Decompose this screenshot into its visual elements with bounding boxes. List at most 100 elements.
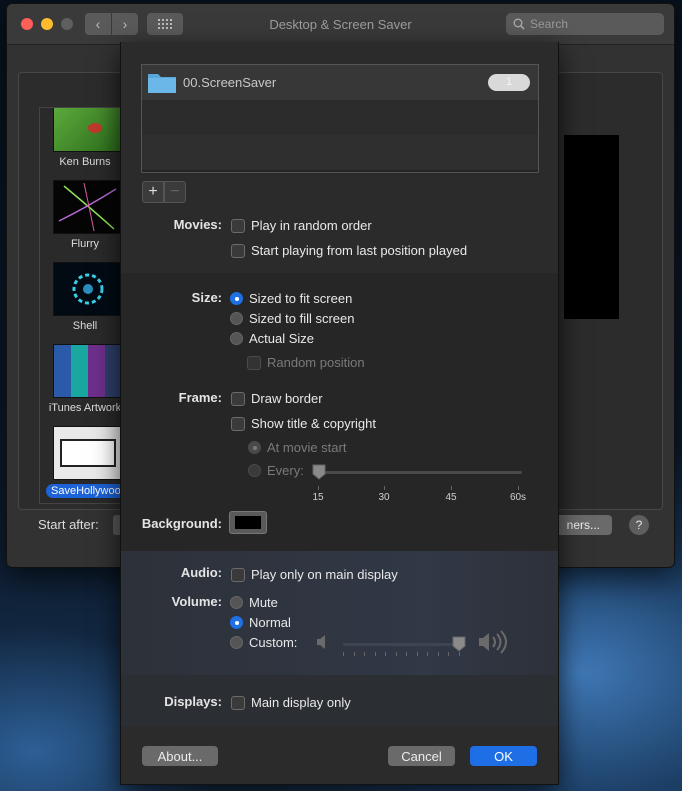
folder-row[interactable]: 00.ScreenSaver 1 (142, 65, 538, 100)
start-last-position-option[interactable]: Start playing from last position played (231, 243, 467, 258)
volume-tick (427, 652, 428, 656)
add-folder-button[interactable]: + (142, 181, 164, 203)
saver-flurry[interactable]: Flurry (40, 180, 130, 250)
flurry-thumbnail (53, 180, 123, 234)
volume-tick (343, 652, 344, 656)
volume-custom-label: Custom: (249, 635, 298, 650)
main-display-only-option[interactable]: Main display only (231, 695, 351, 710)
play-random-checkbox[interactable] (231, 218, 245, 233)
volume-tick (448, 652, 449, 656)
saver-itunes-artwork[interactable]: iTunes Artwork (40, 344, 130, 414)
volume-tick (364, 652, 365, 656)
folder-count-badge: 1 (488, 74, 530, 91)
start-last-position-checkbox[interactable] (231, 243, 245, 258)
random-position-option: Random position (247, 355, 365, 370)
folder-name: 00.ScreenSaver (183, 75, 277, 90)
volume-tick (416, 652, 418, 656)
search-field[interactable]: Search (506, 13, 664, 35)
tick-label: 60s (509, 492, 527, 503)
volume-slider-knob[interactable] (452, 636, 466, 652)
saver-label: Ken Burns (59, 156, 111, 168)
every-label: Every: (267, 463, 304, 478)
size-fit-label: Sized to fit screen (249, 291, 353, 306)
saver-shell[interactable]: Shell (40, 262, 130, 332)
volume-tick (395, 652, 397, 656)
volume-custom-radio[interactable] (230, 636, 243, 649)
tick-label: 30 (378, 492, 390, 503)
empty-row (142, 100, 538, 135)
saver-label: iTunes Artwork (48, 402, 122, 414)
speaker-low-icon (317, 635, 325, 649)
draw-border-checkbox[interactable] (231, 391, 245, 406)
volume-custom-option[interactable]: Custom: (230, 635, 297, 650)
size-actual-radio[interactable] (230, 332, 243, 345)
start-after-label: Start after: (38, 517, 99, 532)
size-fill-radio[interactable] (230, 312, 243, 325)
movies-label: Movies: (173, 217, 222, 232)
volume-tick (406, 652, 407, 656)
tick-label: 45 (445, 492, 457, 503)
screen-saver-list[interactable]: Ken Burns Flurry Shell iTunes Artwork Sa… (39, 107, 131, 504)
size-fill-option[interactable]: Sized to fill screen (230, 311, 355, 326)
start-last-position-label: Start playing from last position played (251, 243, 468, 258)
size-fit-option[interactable]: Sized to fit screen (230, 291, 352, 306)
remove-folder-button[interactable]: − (164, 181, 186, 203)
audio-label: Audio: (180, 565, 222, 580)
folder-list[interactable]: 00.ScreenSaver 1 (141, 64, 539, 173)
main-display-audio-checkbox[interactable] (231, 567, 245, 582)
itunes-artwork-thumbnail (53, 344, 123, 398)
size-fill-label: Sized to fill screen (249, 311, 355, 326)
play-random-option[interactable]: Play in random order (231, 218, 372, 233)
draw-border-label: Draw border (251, 391, 323, 406)
search-icon (513, 18, 525, 30)
size-actual-option[interactable]: Actual Size (230, 331, 314, 346)
background-label: Background: (141, 516, 222, 531)
show-title-option[interactable]: Show title & copyright (231, 416, 376, 431)
interval-slider-knob[interactable] (312, 464, 326, 480)
volume-normal-label: Normal (249, 615, 291, 630)
volume-tick (458, 652, 460, 656)
about-button[interactable]: About... (142, 746, 218, 766)
help-button[interactable]: ? (629, 515, 649, 535)
empty-row (142, 135, 538, 170)
at-movie-start-label: At movie start (267, 440, 347, 455)
saver-ken-burns[interactable]: Ken Burns (40, 108, 130, 168)
volume-mute-label: Mute (249, 595, 278, 610)
frame-label: Frame: (178, 390, 222, 405)
volume-tick (374, 652, 376, 656)
volume-normal-option[interactable]: Normal (230, 615, 291, 630)
size-fit-radio[interactable] (230, 292, 243, 305)
show-title-checkbox[interactable] (231, 416, 245, 431)
background-color-well[interactable] (229, 511, 267, 534)
ok-button[interactable]: OK (470, 746, 537, 766)
random-position-checkbox (247, 355, 261, 370)
volume-tick (353, 652, 355, 656)
cancel-button[interactable]: Cancel (388, 746, 455, 766)
volume-mute-option[interactable]: Mute (230, 595, 278, 610)
search-placeholder: Search (530, 17, 569, 31)
main-display-audio-label: Play only on main display (251, 567, 398, 582)
main-display-audio-option[interactable]: Play only on main display (231, 567, 398, 582)
draw-border-option[interactable]: Draw border (231, 391, 323, 406)
at-movie-start-radio (248, 441, 261, 454)
saver-savehollywood[interactable]: SaveHollywood (40, 426, 130, 498)
size-label: Size: (191, 290, 222, 305)
screen-saver-options-sheet: 00.ScreenSaver 1 + − Movies: Play in ran… (120, 42, 559, 785)
displays-label: Displays: (164, 694, 222, 709)
every-option: Every: (248, 463, 304, 478)
size-actual-label: Actual Size (249, 331, 315, 346)
main-display-only-checkbox[interactable] (231, 695, 245, 710)
volume-mute-radio[interactable] (230, 596, 243, 609)
folder-icon (148, 74, 176, 93)
volume-label: Volume: (171, 594, 222, 609)
speaker-high-icon (479, 630, 507, 654)
saver-label: SaveHollywood (46, 484, 130, 498)
volume-tick (385, 652, 386, 656)
background-color-swatch (235, 516, 261, 529)
at-movie-start-option: At movie start (248, 440, 346, 455)
title-bar: ‹ › Desktop & Screen Saver Search (7, 4, 674, 45)
volume-normal-radio[interactable] (230, 616, 243, 629)
volume-tick (437, 652, 439, 656)
show-title-label: Show title & copyright (251, 416, 377, 431)
ken-burns-thumbnail (53, 108, 123, 152)
